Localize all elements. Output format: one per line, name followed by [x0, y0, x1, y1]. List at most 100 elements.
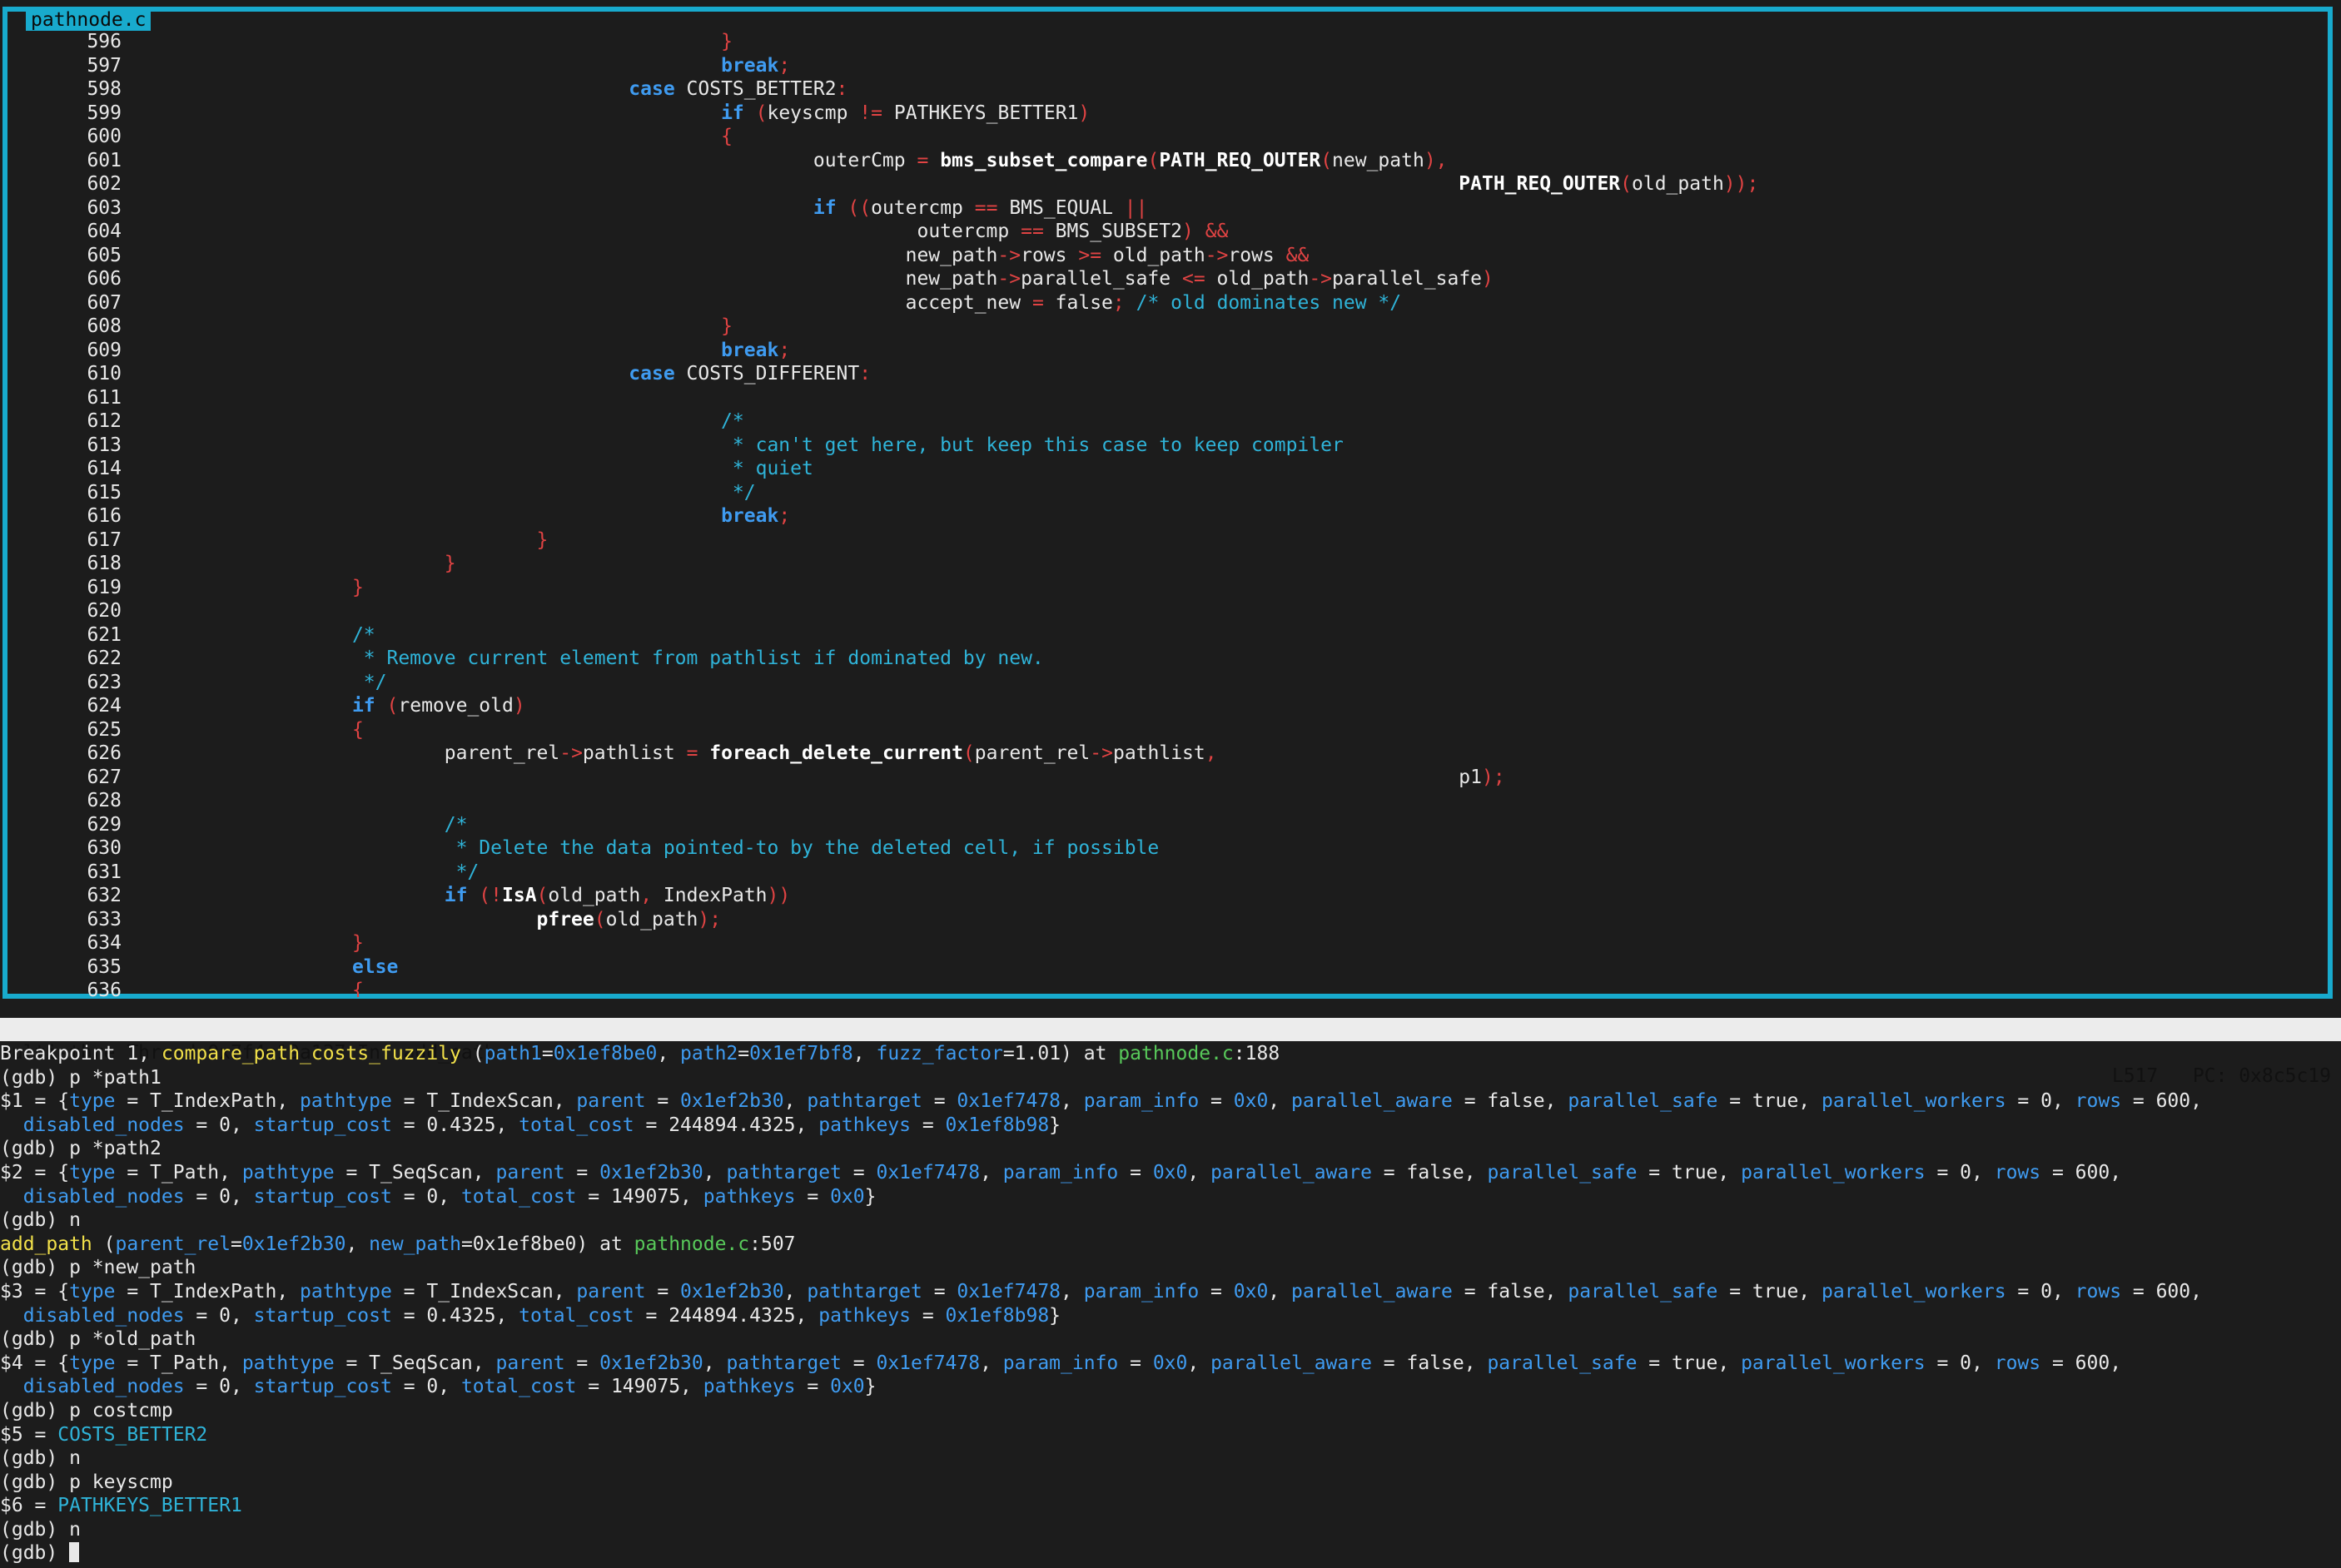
gdb-prompt-line: (gdb) p *path2	[0, 1138, 162, 1160]
line-code: break;	[721, 54, 791, 77]
line-code: case COSTS_DIFFERENT:	[629, 363, 872, 385]
source-line: 596 }	[10, 30, 2329, 54]
gdb-console[interactable]: Breakpoint 1, compare_path_costs_fuzzily…	[0, 1042, 2341, 1568]
gdb-output-line: add_path (parent_rel=0x1ef2b30, new_path…	[0, 1233, 796, 1255]
line-number: 629	[87, 813, 122, 836]
line-number: 624	[87, 695, 122, 717]
gdb-prompt-line: (gdb) p *path1	[0, 1066, 162, 1089]
line-code: p1);	[1459, 766, 1505, 788]
line-code: /*	[167, 410, 744, 432]
line-number: 616	[87, 505, 122, 527]
line-code: }	[351, 932, 364, 954]
line-number: 625	[87, 718, 122, 741]
line-number: 611	[87, 386, 122, 409]
source-window-title: pathnode.c	[26, 9, 152, 31]
line-code: new_path->rows >= old_path->rows &&	[905, 244, 1310, 266]
line-number: 620	[87, 600, 122, 622]
source-line: 621 /*	[10, 623, 2329, 648]
line-number: 635	[87, 955, 122, 978]
gdb-output-line: disabled_nodes = 0, startup_cost = 0.432…	[22, 1114, 1061, 1136]
gdb-prompt-line: (gdb) p costcmp	[0, 1399, 173, 1422]
source-line: 597 break;	[10, 54, 2329, 78]
line-code: */	[167, 481, 756, 504]
line-number: 599	[87, 102, 122, 124]
gdb-prompt-line: (gdb) n	[0, 1518, 81, 1541]
gdb-output-line: Breakpoint 1, compare_path_costs_fuzzily…	[0, 1043, 1280, 1064]
source-line: 609 break;	[10, 339, 2329, 363]
line-code: * Delete the data pointed-to by the dele…	[167, 837, 1160, 859]
source-line: 616 break;	[10, 504, 2329, 528]
line-number: 619	[87, 576, 122, 598]
source-line: 624 if (remove_old)	[10, 694, 2329, 718]
line-number: 603	[87, 196, 122, 219]
source-line: 617 }	[10, 528, 2329, 553]
line-code: * quiet	[167, 458, 813, 479]
source-line: 604 outercmp == BMS_SUBSET2) &&	[10, 220, 2329, 244]
source-line: 613 * can't get here, but keep this case…	[10, 434, 2329, 458]
source-line: 615 */	[10, 481, 2329, 505]
source-line: 600 {	[10, 125, 2329, 149]
line-code: * Remove current element from pathlist i…	[167, 648, 1044, 669]
gdb-output-line: $3 = {type = T_IndexPath, pathtype = T_I…	[0, 1280, 2202, 1303]
line-code: if (!IsA(old_path, IndexPath))	[444, 885, 791, 906]
source-line: 631 */	[10, 861, 2329, 885]
line-number: 626	[87, 742, 122, 764]
source-line: 603 if ((outercmp == BMS_EQUAL ||	[10, 196, 2329, 221]
line-code: parent_rel->pathlist = foreach_delete_cu…	[444, 742, 1217, 764]
line-number: 596	[87, 31, 122, 52]
line-number: 597	[87, 54, 122, 77]
line-code: if (keyscmp != PATHKEYS_BETTER1)	[721, 102, 1091, 124]
line-code: break;	[721, 339, 791, 361]
gdb-prompt-line: (gdb) p keyscmp	[0, 1471, 173, 1493]
source-line: 636 {	[10, 979, 2329, 997]
line-code: break;	[721, 505, 791, 527]
gdb-output-line: disabled_nodes = 0, startup_cost = 0.432…	[22, 1304, 1061, 1327]
source-code-view[interactable]: 596 } 597 break; 598 case COSTS_BETTER2: 59…	[10, 30, 2329, 997]
line-number: 631	[87, 861, 122, 883]
line-number: 613	[87, 434, 122, 456]
source-line: 611	[10, 386, 2329, 410]
line-code: {	[351, 718, 364, 741]
line-code: if (remove_old)	[351, 695, 525, 717]
line-code: else	[351, 955, 399, 978]
source-window[interactable]: pathnode.c 596 } 597 break; 598 case COSTS…	[2, 7, 2333, 999]
line-code: outerCmp = bms_subset_compare(PATH_REQ_O…	[813, 149, 1448, 171]
line-number: 606	[87, 268, 122, 290]
line-code: */	[167, 671, 387, 693]
line-number: 628	[87, 790, 122, 811]
source-line: 634 }	[10, 931, 2329, 955]
line-code: }	[721, 315, 733, 337]
source-line: 625 {	[10, 718, 2329, 742]
source-line: 622 * Remove current element from pathli…	[10, 647, 2329, 671]
line-number: 615	[87, 481, 122, 504]
source-line: 619 }	[10, 576, 2329, 600]
line-number: 627	[87, 766, 122, 788]
line-number: 600	[87, 126, 122, 147]
source-line: 607 accept_new = false; /* old dominates…	[10, 291, 2329, 315]
line-number: 601	[87, 149, 122, 171]
line-code: if ((outercmp == BMS_EQUAL ||	[813, 196, 1148, 219]
source-line: 599 if (keyscmp != PATHKEYS_BETTER1)	[10, 102, 2329, 126]
line-code: }	[721, 31, 733, 52]
line-code: }	[351, 576, 364, 598]
source-line: 601 outerCmp = bms_subset_compare(PATH_R…	[10, 149, 2329, 173]
line-number: 618	[87, 553, 122, 574]
gdb-output-line: disabled_nodes = 0, startup_cost = 0, to…	[22, 1185, 877, 1208]
source-line: 633 pfree(old_path);	[10, 908, 2329, 932]
line-number: 634	[87, 932, 122, 954]
line-number: 605	[87, 244, 122, 266]
line-code: PATH_REQ_OUTER(old_path));	[1459, 173, 1759, 195]
gdb-prompt-line[interactable]: (gdb)	[0, 1541, 2341, 1566]
source-line: 635 else	[10, 955, 2329, 980]
gdb-prompt-line: (gdb) p *new_path	[0, 1257, 196, 1279]
source-line: 614 * quiet	[10, 457, 2329, 481]
line-code: /*	[167, 813, 468, 836]
source-line: 628	[10, 789, 2329, 813]
line-code: }	[444, 553, 456, 574]
gdb-output-line: $1 = {type = T_IndexPath, pathtype = T_I…	[0, 1090, 2202, 1113]
source-line: 632 if (!IsA(old_path, IndexPath))	[10, 884, 2329, 908]
line-code: * can't get here, but keep this case to …	[167, 434, 1344, 456]
